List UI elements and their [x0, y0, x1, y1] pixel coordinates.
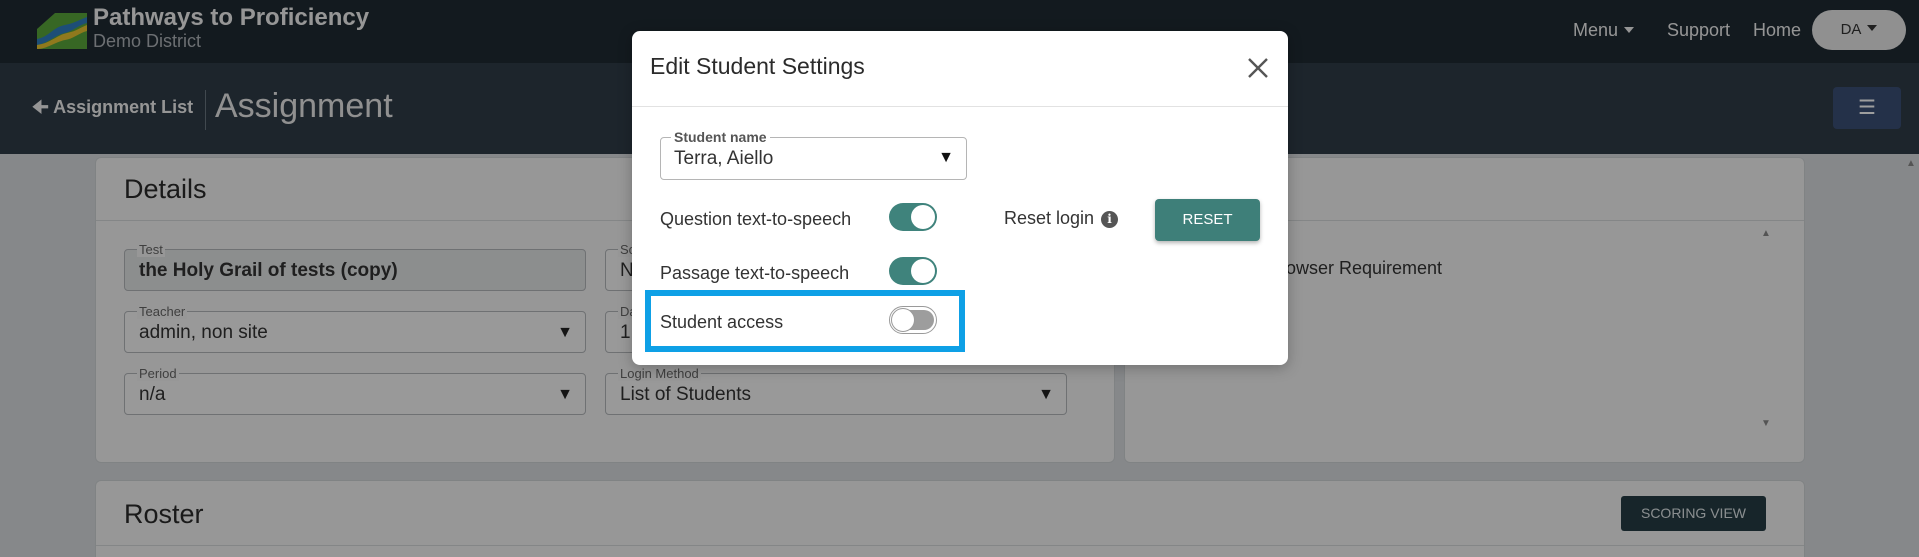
passage-tts-toggle[interactable]: [889, 257, 937, 285]
student-name-label: Student name: [671, 129, 770, 145]
dropdown-arrow-icon: ▼: [938, 149, 954, 166]
question-tts-label: Question text-to-speech: [660, 209, 852, 229]
toggle-knob: [911, 205, 935, 229]
student-name-select[interactable]: Student name Terra, Aiello ▼: [660, 129, 967, 180]
passage-tts-label: Passage text-to-speech: [660, 263, 850, 283]
edit-student-settings-modal: Edit Student Settings Student name Terra…: [632, 31, 1288, 365]
modal-title: Edit Student Settings: [650, 53, 865, 79]
toggle-knob: [891, 308, 915, 332]
question-tts-toggle[interactable]: [889, 203, 937, 231]
student-access-highlight: [645, 290, 965, 352]
modal-divider: [632, 106, 1288, 107]
info-icon[interactable]: i: [1101, 211, 1118, 228]
reset-login-label: Reset login: [1004, 208, 1095, 228]
student-name-value: Terra, Aiello: [674, 148, 774, 169]
close-icon[interactable]: [1245, 55, 1271, 81]
toggle-knob: [911, 259, 935, 283]
reset-button[interactable]: RESET: [1155, 199, 1260, 241]
